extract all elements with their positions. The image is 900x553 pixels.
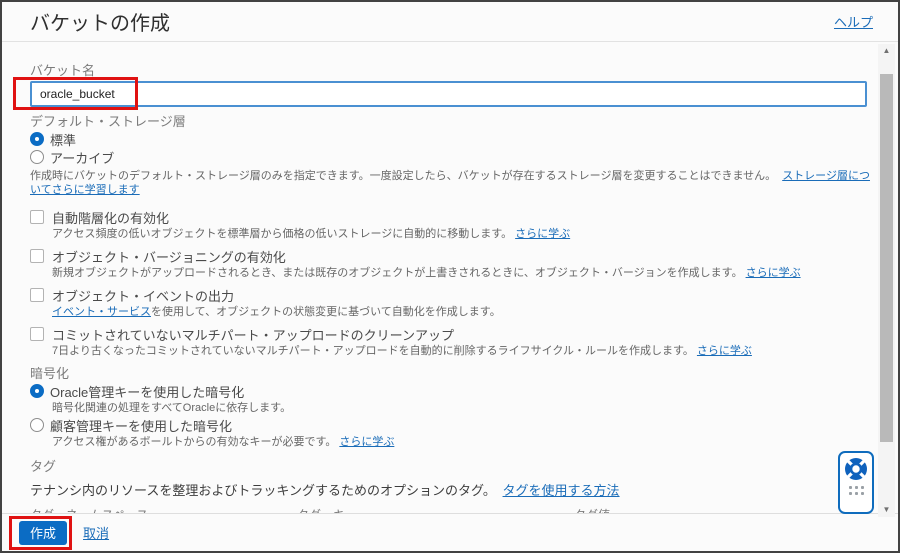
bucket-name-input[interactable] xyxy=(30,81,867,107)
learn-more-link[interactable]: さらに学ぶ xyxy=(339,436,394,448)
radio-customer-managed-keys[interactable] xyxy=(30,418,44,432)
tag-value-label: タグ値 xyxy=(574,506,840,513)
radio-standard[interactable] xyxy=(30,132,44,146)
radio-row-standard: 標準 xyxy=(30,131,878,148)
radio-oracle-managed-keys[interactable] xyxy=(30,384,44,398)
radio-archive-label: アーカイブ xyxy=(50,150,115,166)
learn-more-link[interactable]: さらに学ぶ xyxy=(746,267,801,279)
encryption-label: 暗号化 xyxy=(30,366,70,381)
tags-intro: テナンシ内のリソースを整理およびトラッキングするためのオプションのタグ。 タグを… xyxy=(30,483,878,498)
tags-intro-text: テナンシ内のリソースを整理およびトラッキングするためのオプションのタグ。 xyxy=(30,483,496,498)
lifebuoy-icon xyxy=(845,458,867,480)
checkbox-emit-object-events-label: オブジェクト・イベントの出力 xyxy=(52,288,235,304)
scrollbar-thumb[interactable] xyxy=(880,74,893,442)
dialog-body: バケット名 デフォルト・ストレージ層 標準 アーカイブ 作成時にバケットのデフォ… xyxy=(2,43,878,513)
oracle-managed-keys-description: 暗号化関連の処理をすべてOracleに依存します。 xyxy=(30,401,878,415)
radio-standard-label: 標準 xyxy=(50,132,77,148)
checkbox-auto-tiering-description: アクセス頻度の低いオブジェクトを標準層から価格の低いストレージに自動的に移動しま… xyxy=(30,227,878,241)
desc-text: アクセス頻度の低いオブジェクトを標準層から価格の低いストレージに自動的に移動しま… xyxy=(52,228,513,240)
radio-row-oracle-managed: Oracle管理キーを使用した暗号化 xyxy=(30,383,878,400)
dialog-footer: 作成 取消 xyxy=(2,513,898,551)
bucket-name-label: バケット名 xyxy=(30,63,96,78)
checkbox-object-versioning-description: 新規オブジェクトがアップロードされるとき、または既存のオブジェクトが上書きされる… xyxy=(30,266,878,280)
storage-tier-description-text: 作成時にバケットのデフォルト・ストレージ層のみを指定できます。一度設定したら、バ… xyxy=(30,170,777,182)
option-object-versioning: オブジェクト・バージョニングの有効化 新規オブジェクトがアップロードされるとき、… xyxy=(30,248,878,280)
checkbox-emit-object-events[interactable] xyxy=(30,288,44,302)
radio-row-customer-managed: 顧客管理キーを使用した暗号化 xyxy=(30,417,878,434)
create-button[interactable]: 作成 xyxy=(19,520,68,545)
cancel-link[interactable]: 取消 xyxy=(83,523,109,542)
desc-text: 7日より古くなったコミットされていないマルチパート・アップロードを自動的に削除す… xyxy=(52,345,694,357)
vertical-scrollbar[interactable]: ▲ ▼ xyxy=(878,44,895,517)
tag-key-label: タグ・キー xyxy=(297,506,557,513)
tags-section-label: タグ xyxy=(30,459,57,474)
events-service-link[interactable]: イベント・サービス xyxy=(52,306,151,318)
checkbox-emit-object-events-description: イベント・サービスを使用して、オブジェクトの状態変更に基づいて自動化を作成します… xyxy=(30,305,878,319)
option-multipart-cleanup: コミットされていないマルチパート・アップロードのクリーンアップ 7日より古くなっ… xyxy=(30,326,878,358)
storage-tier-description: 作成時にバケットのデフォルト・ストレージ層のみを指定できます。一度設定したら、バ… xyxy=(30,169,878,197)
checkbox-multipart-cleanup-label: コミットされていないマルチパート・アップロードのクリーンアップ xyxy=(52,327,454,343)
checkbox-row: オブジェクト・バージョニングの有効化 xyxy=(30,248,878,265)
drag-handle-dots-icon[interactable] xyxy=(848,486,864,495)
help-link[interactable]: ヘルプ xyxy=(834,12,873,31)
option-auto-tiering: 自動階層化の有効化 アクセス頻度の低いオブジェクトを標準層から価格の低いストレー… xyxy=(30,209,878,241)
checkbox-auto-tiering-label: 自動階層化の有効化 xyxy=(52,210,170,226)
checkbox-auto-tiering[interactable] xyxy=(30,210,44,224)
scroll-up-icon[interactable]: ▲ xyxy=(883,44,891,58)
checkbox-multipart-cleanup-description: 7日より古くなったコミットされていないマルチパート・アップロードを自動的に削除す… xyxy=(30,344,878,358)
storage-tier-label: デフォルト・ストレージ層 xyxy=(30,114,186,129)
learn-more-link[interactable]: さらに学ぶ xyxy=(515,228,570,240)
dialog-header: バケットの作成 ヘルプ xyxy=(2,2,898,42)
tag-column-labels: タグ・ネームスペース タグ・キー タグ値 xyxy=(30,506,878,513)
desc-text: を使用して、オブジェクトの状態変更に基づいて自動化を作成します。 xyxy=(151,306,501,318)
scroll-down-icon[interactable]: ▼ xyxy=(883,503,891,517)
radio-archive[interactable] xyxy=(30,150,44,164)
page-title: バケットの作成 xyxy=(30,13,170,35)
radio-customer-managed-keys-label: 顧客管理キーを使用した暗号化 xyxy=(50,418,233,434)
radio-row-archive: アーカイブ xyxy=(30,149,878,166)
customer-managed-keys-description: アクセス権があるボールトからの有効なキーが必要です。 さらに学ぶ xyxy=(30,435,878,449)
checkbox-object-versioning[interactable] xyxy=(30,249,44,263)
learn-more-link[interactable]: さらに学ぶ xyxy=(697,345,752,357)
option-emit-object-events: オブジェクト・イベントの出力 イベント・サービスを使用して、オブジェクトの状態変… xyxy=(30,287,878,319)
create-bucket-dialog: バケットの作成 ヘルプ バケット名 デフォルト・ストレージ層 標準 アーカイブ … xyxy=(0,0,900,553)
radio-oracle-managed-keys-label: Oracle管理キーを使用した暗号化 xyxy=(50,384,245,400)
checkbox-row: 自動階層化の有効化 xyxy=(30,209,878,226)
tag-namespace-label: タグ・ネームスペース xyxy=(30,506,285,513)
bucket-name-field xyxy=(13,77,867,110)
tags-howto-link[interactable]: タグを使用する方法 xyxy=(503,483,620,498)
desc-text: アクセス権があるボールトからの有効なキーが必要です。 xyxy=(52,436,337,448)
scrollbar-track[interactable] xyxy=(878,58,895,503)
desc-text: 新規オブジェクトがアップロードされるとき、または既存のオブジェクトが上書きされる… xyxy=(52,267,743,279)
checkbox-object-versioning-label: オブジェクト・バージョニングの有効化 xyxy=(52,249,286,265)
desc-text: 暗号化関連の処理をすべてOracleに依存します。 xyxy=(52,402,292,414)
checkbox-row: コミットされていないマルチパート・アップロードのクリーンアップ xyxy=(30,326,878,343)
checkbox-multipart-cleanup[interactable] xyxy=(30,327,44,341)
support-widget[interactable] xyxy=(838,451,874,514)
checkbox-row: オブジェクト・イベントの出力 xyxy=(30,287,878,304)
